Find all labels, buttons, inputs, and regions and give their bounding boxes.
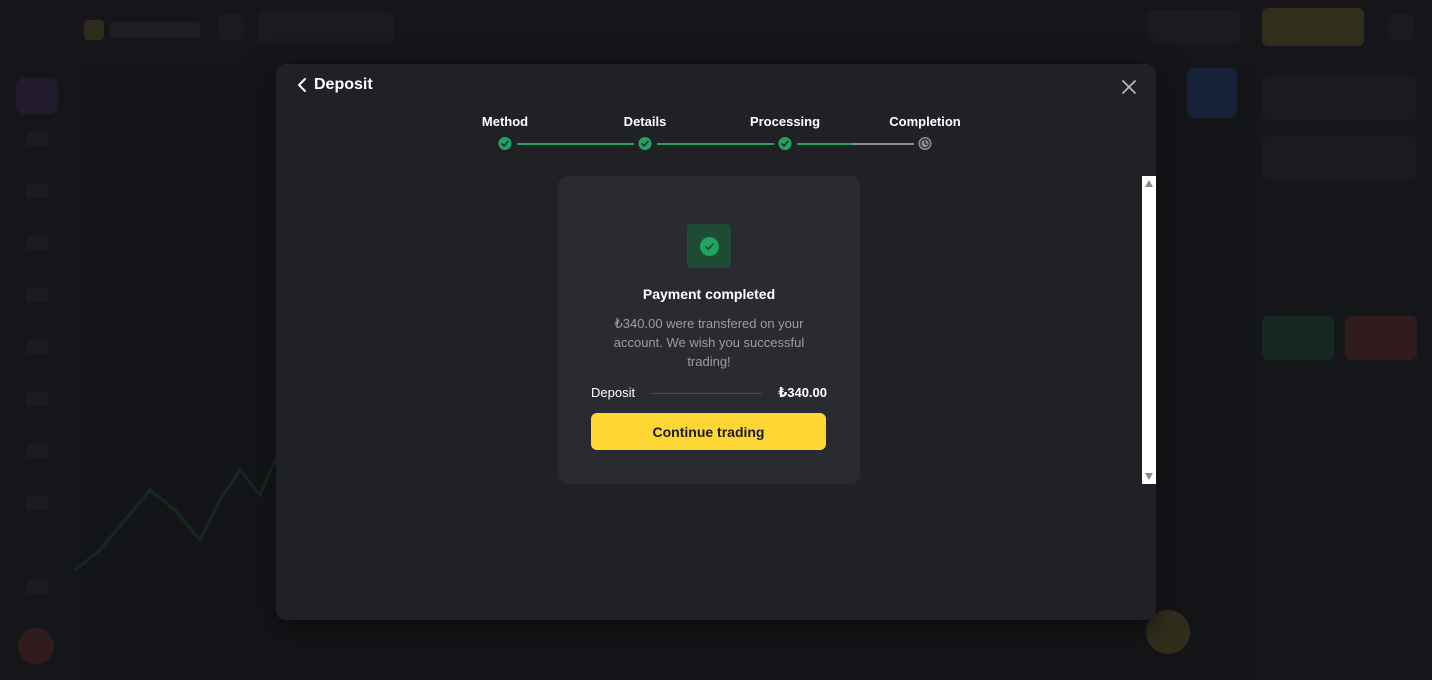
payment-message: ₺340.00 were transfered on your account.…: [613, 316, 805, 369]
check-icon: [498, 137, 512, 150]
step-connector: [657, 143, 774, 145]
progress-stepper: Method Details Processing Completion: [474, 114, 984, 154]
deposit-amount: ₺340.00: [778, 385, 827, 400]
check-icon: [778, 137, 792, 150]
payment-success-card: Payment completed ₺340.00 were transfere…: [558, 176, 860, 484]
continue-trading-button[interactable]: Continue trading: [591, 413, 826, 450]
modal-title: Deposit: [314, 76, 373, 93]
clock-icon: [918, 137, 932, 150]
close-icon[interactable]: [1120, 78, 1138, 96]
chevron-left-icon: [298, 78, 306, 92]
step-label-processing: Processing: [749, 114, 821, 129]
check-circle-icon: [687, 224, 731, 268]
step-label-details: Details: [623, 114, 667, 129]
back-button[interactable]: Deposit: [296, 74, 373, 96]
deposit-label: Deposit: [591, 385, 636, 400]
divider: [651, 393, 762, 394]
step-connector: [517, 143, 634, 145]
deposit-modal: Deposit Method Details Processing Comple…: [276, 64, 1156, 620]
scroll-down-icon[interactable]: [1145, 473, 1153, 480]
check-icon: [638, 137, 652, 150]
step-label-completion: Completion: [889, 114, 961, 129]
deposit-summary-row: Deposit ₺340.00: [591, 384, 827, 402]
scrollbar[interactable]: [1142, 176, 1156, 484]
scroll-up-icon[interactable]: [1145, 180, 1153, 187]
step-connector: [797, 143, 914, 145]
step-label-method: Method: [481, 114, 529, 129]
payment-title: Payment completed: [642, 286, 776, 302]
